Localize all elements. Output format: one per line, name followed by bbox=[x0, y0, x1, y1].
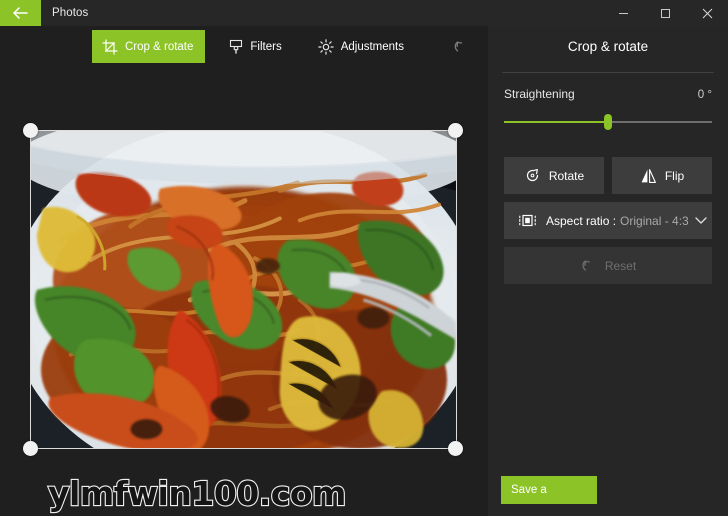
save-bar: Save a bbox=[488, 474, 728, 516]
photo-image bbox=[31, 131, 456, 448]
window-controls bbox=[602, 0, 728, 26]
reset-label: Reset bbox=[604, 258, 637, 273]
reset-icon bbox=[580, 257, 597, 274]
slider-thumb[interactable] bbox=[604, 114, 612, 130]
crop-handle-bottom-right[interactable] bbox=[448, 441, 463, 456]
rotate-icon bbox=[524, 167, 541, 184]
crop-handle-top-right[interactable] bbox=[448, 123, 463, 138]
straightening-value: 0 ° bbox=[697, 89, 712, 101]
tab-filters-label: Filters bbox=[250, 40, 282, 53]
brush-icon bbox=[229, 39, 243, 55]
panel-title: Crop & rotate bbox=[567, 38, 649, 54]
slider-fill bbox=[504, 121, 608, 123]
back-arrow-icon bbox=[12, 6, 29, 20]
maximize-icon bbox=[660, 8, 671, 19]
title-bar: Photos bbox=[0, 0, 728, 26]
editor-toolbar: Crop & rotate Filters Adjustments bbox=[0, 26, 508, 67]
undo-icon bbox=[452, 38, 470, 56]
tab-adjustments-label: Adjustments bbox=[340, 40, 404, 53]
flip-label: Flip bbox=[664, 168, 685, 183]
aspect-ratio-icon bbox=[518, 213, 537, 228]
maximize-button[interactable] bbox=[644, 0, 686, 26]
crop-handle-bottom-left[interactable] bbox=[23, 441, 38, 456]
crop-rotate-panel: Crop & rotate Straightening 0 ° Rotate F… bbox=[488, 26, 728, 516]
undo-button[interactable] bbox=[452, 31, 470, 62]
tab-crop-and-rotate-label: Crop & rotate bbox=[125, 40, 194, 53]
straightening-row: Straightening 0 ° bbox=[488, 73, 728, 101]
rotate-label: Rotate bbox=[548, 168, 585, 183]
rotate-button[interactable]: Rotate bbox=[504, 157, 604, 194]
straightening-slider[interactable] bbox=[504, 114, 712, 130]
chevron-down-icon bbox=[695, 216, 707, 225]
tab-filters[interactable]: Filters bbox=[219, 31, 293, 62]
rotate-flip-row: Rotate Flip bbox=[488, 130, 728, 194]
save-button-label: Save a bbox=[511, 484, 547, 496]
reset-button[interactable]: Reset bbox=[504, 247, 712, 284]
back-button[interactable] bbox=[0, 0, 41, 26]
aspect-ratio-value: Original - 4:3 bbox=[620, 213, 689, 228]
image-canvas[interactable] bbox=[0, 67, 488, 516]
photos-app-window: Photos Crop & rotate Filters Adjustments… bbox=[0, 0, 728, 516]
minimize-icon bbox=[618, 8, 629, 19]
flip-button[interactable]: Flip bbox=[612, 157, 712, 194]
crop-frame[interactable] bbox=[30, 130, 457, 449]
flip-icon bbox=[640, 168, 657, 184]
crop-icon bbox=[102, 38, 118, 55]
crop-handle-top-left[interactable] bbox=[23, 123, 38, 138]
save-a-copy-button[interactable]: Save a bbox=[501, 476, 597, 504]
minimize-button[interactable] bbox=[602, 0, 644, 26]
aspect-ratio-label: Aspect ratio : bbox=[546, 213, 617, 228]
straightening-label: Straightening bbox=[504, 87, 575, 101]
close-button[interactable] bbox=[686, 0, 728, 26]
aspect-ratio-button[interactable]: Aspect ratio : Original - 4:3 bbox=[504, 202, 712, 239]
tab-crop-and-rotate[interactable]: Crop & rotate bbox=[92, 30, 206, 63]
brightness-icon bbox=[318, 38, 334, 55]
app-title: Photos bbox=[52, 7, 89, 19]
tab-adjustments[interactable]: Adjustments bbox=[308, 31, 416, 62]
close-icon bbox=[702, 8, 713, 19]
